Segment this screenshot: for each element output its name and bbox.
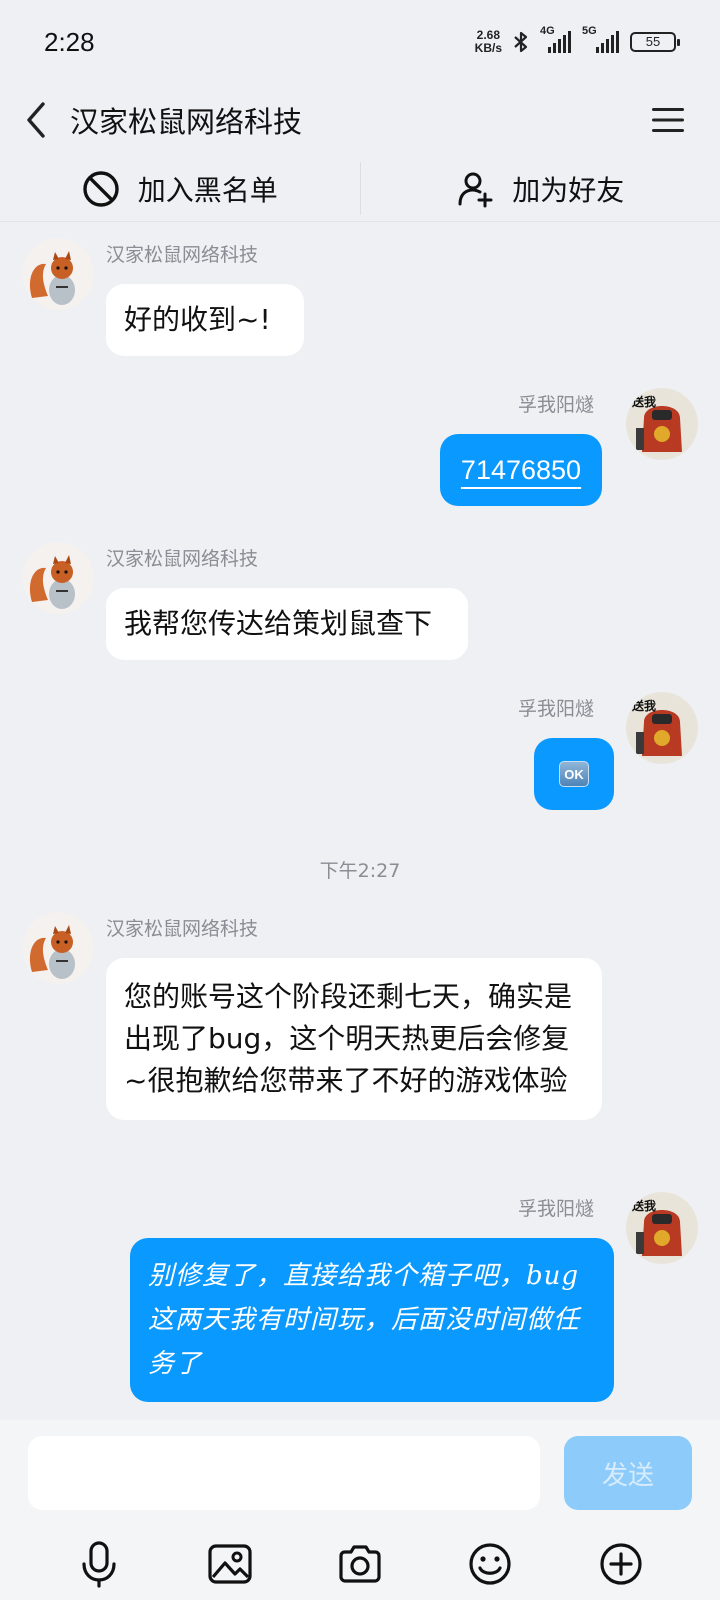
signal-5g-label: 5G xyxy=(582,25,597,37)
more-button[interactable] xyxy=(591,1534,651,1594)
robot-avatar-icon: 送我 xyxy=(626,692,698,764)
svg-text:送我: 送我 xyxy=(631,1198,656,1213)
ok-emoji-icon: OK xyxy=(559,761,589,787)
message-bubble[interactable]: OK xyxy=(534,738,614,810)
add-user-icon xyxy=(458,172,493,207)
signal-4g-icon: 4G xyxy=(540,25,574,53)
avatar[interactable]: 送我 xyxy=(626,692,698,764)
sender-name: 汉家松鼠网络科技 xyxy=(106,918,259,940)
image-button[interactable] xyxy=(200,1534,260,1594)
svg-text:送我: 送我 xyxy=(631,394,656,409)
add-friend-label: 加为好友 xyxy=(512,173,625,207)
bluetooth-icon xyxy=(514,31,528,53)
network-speed: 2.68 KB/s xyxy=(475,29,502,55)
status-time: 2:28 xyxy=(44,26,95,57)
message-bubble[interactable]: 我帮您传达给策划鼠查下 xyxy=(106,588,468,660)
sender-name: 孚我阳燧 xyxy=(517,1198,594,1220)
squirrel-avatar-icon xyxy=(22,542,94,614)
chevron-left-icon xyxy=(27,102,45,138)
page-title: 汉家松鼠网络科技 xyxy=(70,105,303,139)
image-icon xyxy=(207,1544,252,1584)
message-composer: 发送 xyxy=(0,1420,720,1600)
robot-avatar-icon: 送我 xyxy=(626,388,698,460)
status-icons: 2.68 KB/s 4G 5G 55 xyxy=(475,25,680,55)
blacklist-button[interactable]: 加入黑名单 xyxy=(0,156,360,221)
message-input[interactable] xyxy=(28,1436,540,1510)
block-icon xyxy=(83,170,119,207)
squirrel-avatar-icon xyxy=(22,912,94,984)
sender-name: 汉家松鼠网络科技 xyxy=(106,548,259,570)
microphone-icon xyxy=(82,1541,116,1588)
message-bubble[interactable]: 别修复了，直接给我个箱子吧，bug这两天我有时间玩，后面没时间做任务了 xyxy=(130,1238,614,1402)
back-button[interactable] xyxy=(0,84,70,156)
avatar[interactable]: 送我 xyxy=(626,388,698,460)
avatar[interactable] xyxy=(22,542,94,614)
menu-button[interactable] xyxy=(632,84,704,156)
avatar[interactable] xyxy=(22,238,94,310)
avatar[interactable] xyxy=(22,912,94,984)
message-bubble[interactable]: 71476850 xyxy=(440,434,602,506)
composer-toolbar xyxy=(0,1528,720,1600)
emoji-button[interactable] xyxy=(460,1534,520,1594)
battery-icon: 55 xyxy=(630,32,680,52)
chat-header: 汉家松鼠网络科技 xyxy=(0,84,720,156)
robot-avatar-icon: 送我 xyxy=(626,1192,698,1264)
plus-circle-icon xyxy=(600,1543,642,1585)
message-list[interactable]: 汉家松鼠网络科技 好的收到~! 孚我阳燧 71476850 送我 汉家松鼠网络科… xyxy=(0,222,720,1420)
message-link[interactable]: 71476850 xyxy=(461,455,581,485)
squirrel-avatar-icon xyxy=(22,238,94,310)
signal-5g-icon: 5G xyxy=(582,25,622,53)
message-bubble[interactable]: 好的收到~! xyxy=(106,284,304,356)
sender-name: 孚我阳燧 xyxy=(517,698,594,720)
sender-name: 汉家松鼠网络科技 xyxy=(106,244,259,266)
timestamp: 下午2:27 xyxy=(319,860,401,882)
sender-name: 孚我阳燧 xyxy=(517,394,594,416)
contact-action-bar: 加入黑名单 加为好友 xyxy=(0,156,720,222)
add-friend-button[interactable]: 加为好友 xyxy=(361,156,720,221)
signal-4g-label: 4G xyxy=(540,25,555,37)
network-speed-unit: KB/s xyxy=(474,41,502,55)
camera-button[interactable] xyxy=(330,1534,390,1594)
blacklist-label: 加入黑名单 xyxy=(137,173,278,207)
svg-text:送我: 送我 xyxy=(631,698,656,713)
voice-button[interactable] xyxy=(69,1534,129,1594)
avatar[interactable]: 送我 xyxy=(626,1192,698,1264)
camera-icon xyxy=(339,1545,381,1583)
status-bar: 2:28 2.68 KB/s 4G 5G 55 xyxy=(0,0,720,84)
message-bubble[interactable]: 您的账号这个阶段还剩七天，确实是出现了bug，这个明天热更后会修复~很抱歉给您带… xyxy=(106,958,602,1120)
send-button[interactable]: 发送 xyxy=(564,1436,692,1510)
hamburger-menu-icon xyxy=(652,108,684,132)
smiley-icon xyxy=(469,1543,511,1585)
